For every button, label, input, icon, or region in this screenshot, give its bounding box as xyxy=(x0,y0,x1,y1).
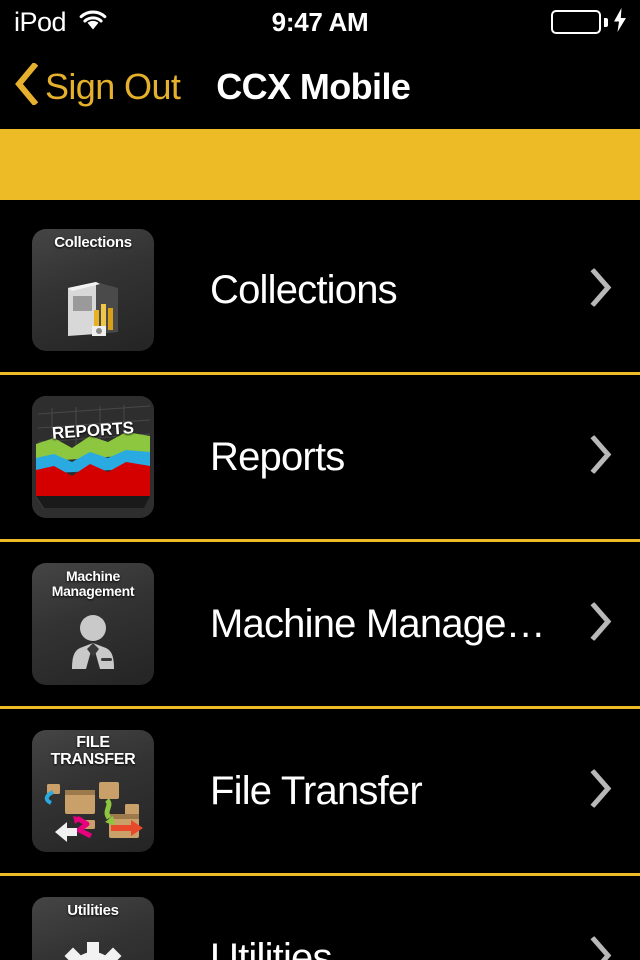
menu-item-label: Utilities xyxy=(210,936,333,960)
menu-item-machine-management[interactable]: Machine Management Machine Manage… xyxy=(0,542,640,706)
page-title: CCX Mobile xyxy=(216,65,411,107)
chevron-right-icon xyxy=(590,601,612,646)
battery-nub-icon xyxy=(604,17,608,27)
area-chart-icon: REPORTS xyxy=(32,396,154,518)
menu-item-file-transfer[interactable]: FILE TRANSFER File Transfer xyxy=(0,709,640,873)
chevron-left-icon xyxy=(14,61,39,110)
menu-item-label: Reports xyxy=(210,435,345,479)
battery-icon xyxy=(551,10,601,34)
navigation-bar: Sign Out CCX Mobile xyxy=(0,44,640,129)
thumb-title: Collections xyxy=(54,234,132,251)
status-bar: iPod 9:47 AM xyxy=(0,0,640,44)
chevron-right-icon xyxy=(590,768,612,813)
menu-item-reports[interactable]: REPORTS Reports xyxy=(0,375,640,539)
folders-arrows-icon: FILE TRANSFER xyxy=(32,730,154,852)
menu-item-utilities[interactable]: Utilities Utilities xyxy=(0,876,640,960)
sign-out-back-button[interactable]: Sign Out xyxy=(0,61,181,110)
wifi-icon xyxy=(78,9,108,36)
banner-spacer xyxy=(0,200,640,208)
chevron-right-icon xyxy=(590,434,612,479)
thumb-title: FILE TRANSFER xyxy=(50,734,136,768)
chevron-right-icon xyxy=(590,935,612,960)
menu-item-label: Collections xyxy=(210,268,398,312)
menu-item-label: Machine Manage… xyxy=(210,602,546,646)
collections-machine-icon: Collections xyxy=(32,229,154,351)
thumb-title: Machine Management xyxy=(51,568,135,599)
gear-wrench-icon: Utilities xyxy=(32,897,154,960)
menu-item-label: File Transfer xyxy=(210,769,423,813)
lightning-bolt-icon xyxy=(612,7,628,37)
status-bar-left: iPod xyxy=(14,6,108,37)
person-manager-icon: Machine Management xyxy=(32,563,154,685)
yellow-banner xyxy=(0,129,640,200)
chevron-right-icon xyxy=(590,267,612,312)
main-menu-list: Collections Collections REPORTS Reports … xyxy=(0,208,640,960)
status-bar-right xyxy=(551,7,628,37)
menu-item-collections[interactable]: Collections Collections xyxy=(0,208,640,372)
carrier-label: iPod xyxy=(14,6,67,37)
thumb-title: Utilities xyxy=(67,902,119,919)
sign-out-label: Sign Out xyxy=(45,65,181,107)
